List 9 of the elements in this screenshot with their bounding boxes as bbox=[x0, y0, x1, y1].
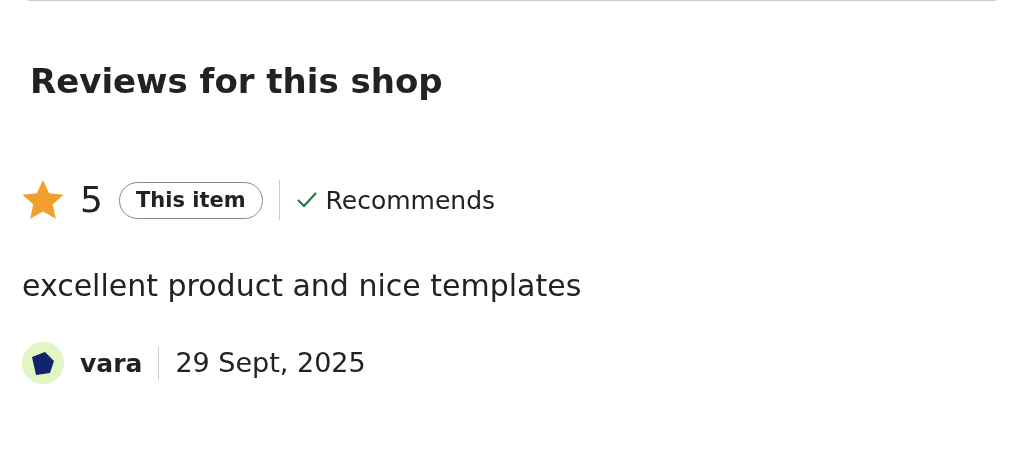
rating-value: 5 bbox=[80, 178, 103, 223]
author-link[interactable]: vara bbox=[80, 344, 143, 383]
review-date: 29 Sept, 2025 bbox=[175, 346, 366, 381]
review-text: excellent product and nice templates bbox=[22, 268, 583, 305]
avatar-icon bbox=[22, 342, 64, 385]
recommends-label: Recommends bbox=[325, 184, 496, 217]
star-icon bbox=[22, 180, 64, 221]
check-icon bbox=[295, 191, 318, 210]
section-heading: Reviews for this shop bbox=[30, 63, 444, 101]
